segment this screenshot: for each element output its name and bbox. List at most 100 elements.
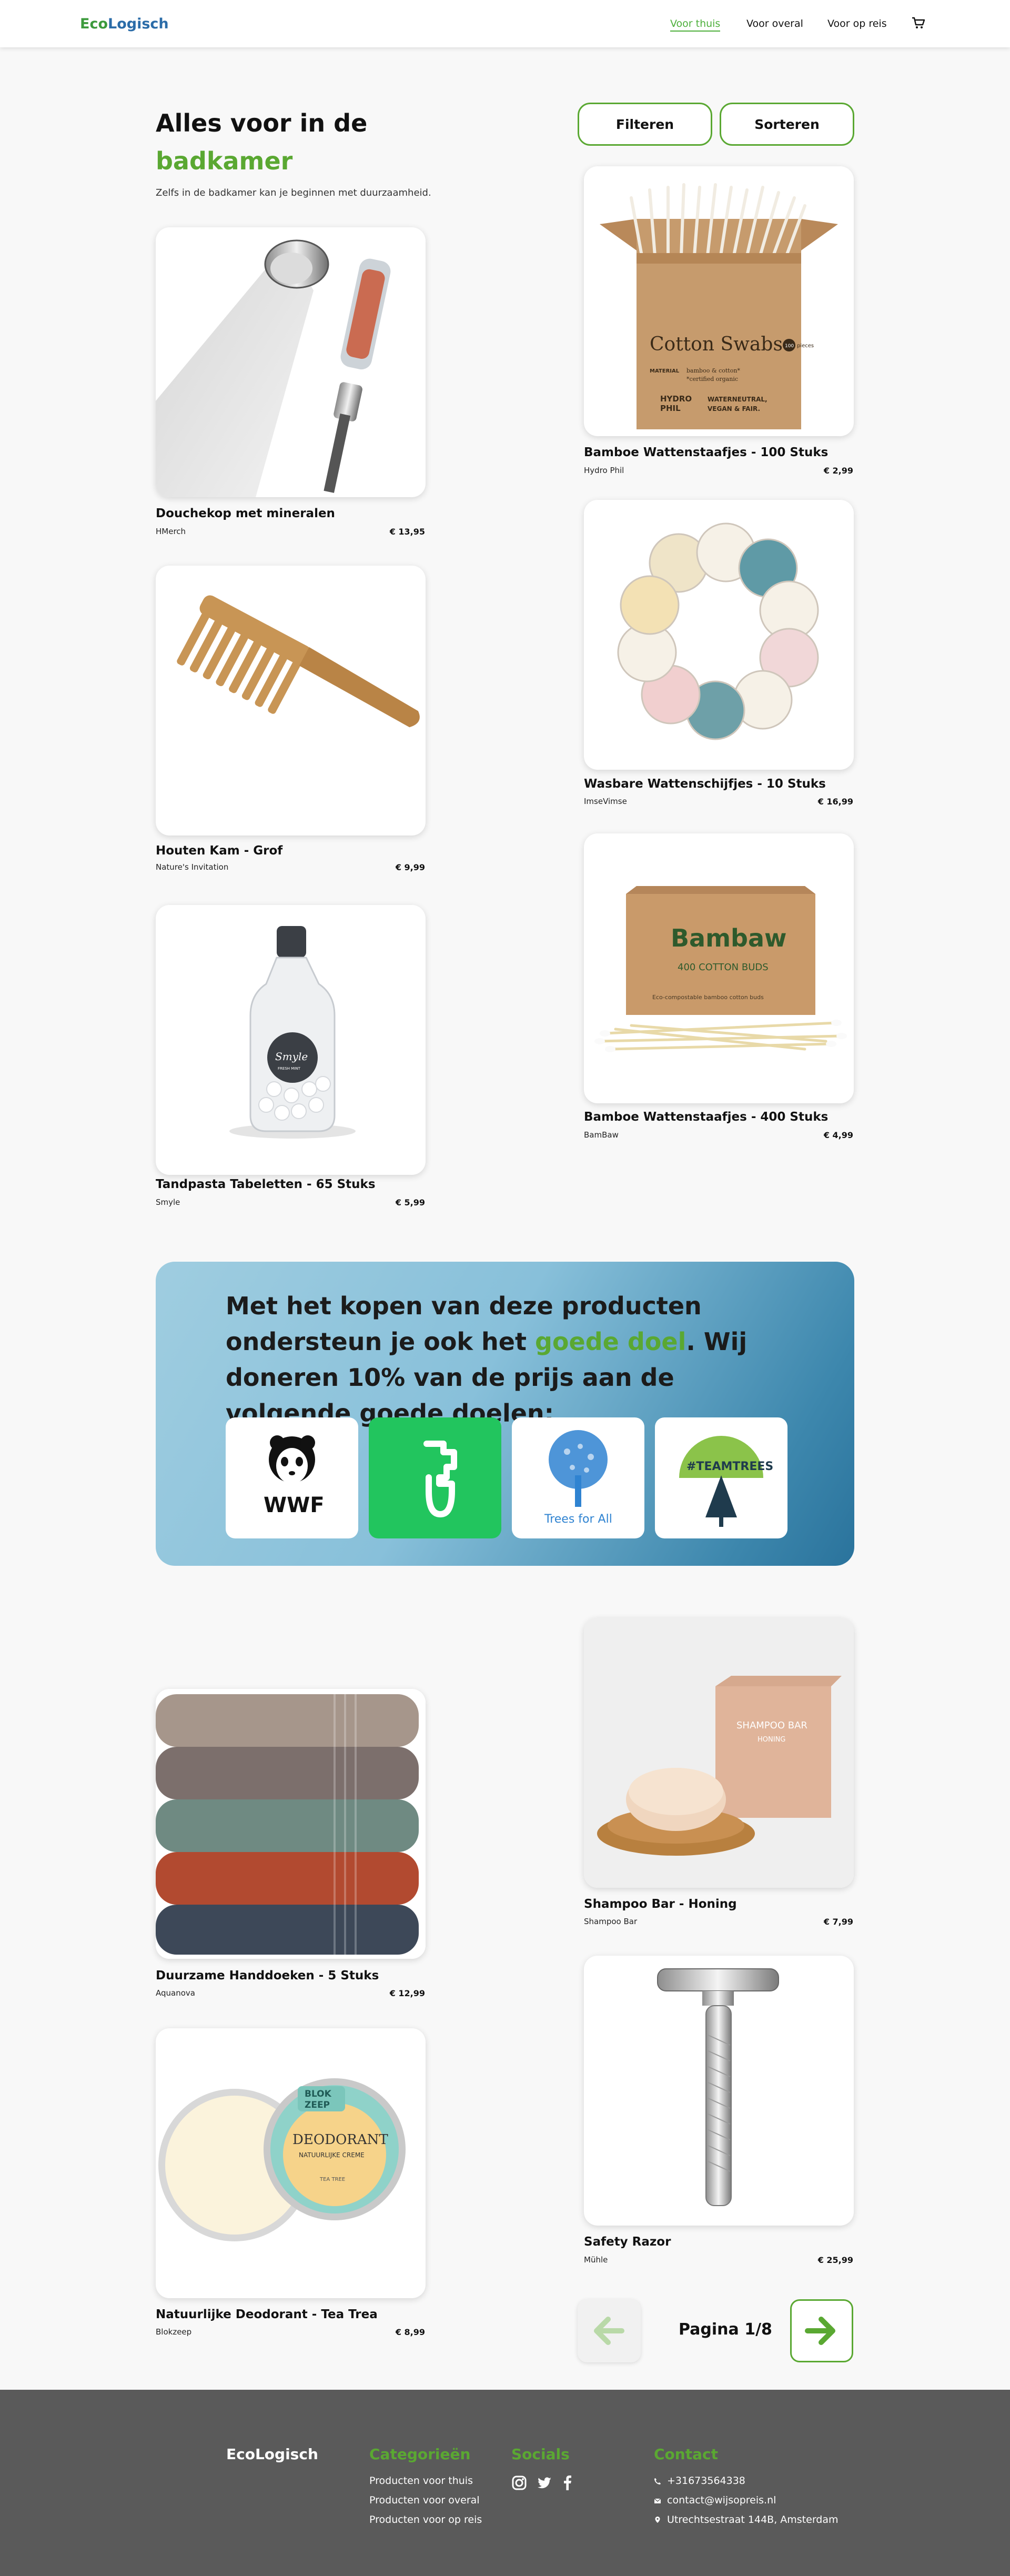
product-price: € 8,99 [395,2327,425,2337]
product-image-shower-head[interactable] [156,227,426,497]
product-price: € 7,99 [823,1917,853,1927]
product-price: € 2,99 [823,466,853,476]
green-logo[interactable] [369,1417,501,1538]
deodorant-sub: NATUURLIJKE CREME [299,2151,365,2159]
product-name[interactable]: Tandpasta Tabeletten - 65 Stuks [156,1178,376,1191]
footer-link-thuis[interactable]: Producten voor thuis [369,2475,473,2487]
arrow-left-icon [594,2317,624,2345]
smyle-sub: FRESH MINT [278,1066,301,1071]
product-image-shampoo-bar[interactable]: SHAMPOO BAR HONING [584,1618,854,1888]
product-name[interactable]: Houten Kam - Grof [156,844,282,858]
product-name[interactable]: Douchekop met mineralen [156,507,335,520]
twitter-icon[interactable] [537,2475,552,2491]
cotton-swabs-material-label: MATERIAL [650,368,680,374]
nav-voor-thuis[interactable]: Voor thuis [670,18,721,32]
team-trees-logo[interactable]: #TEAMTREES [655,1417,787,1538]
product-image-wooden-comb[interactable] [156,566,426,836]
logo-logisch: Logisch [108,16,169,32]
product-brand: HMerch [156,527,186,536]
product-image-deodorant-tin[interactable]: BLOK ZEEP DEODORANT NATUURLIJKE CREME TE… [156,2028,426,2298]
product-name[interactable]: Shampoo Bar - Honing [584,1897,737,1911]
facebook-icon[interactable] [560,2475,575,2491]
product-name[interactable]: Wasbare Wattenschijfjes - 10 Stuks [584,777,826,791]
product-price: € 16,99 [817,797,853,807]
nav-voor-op-reis[interactable]: Voor op reis [827,18,887,29]
site-logo[interactable]: EcoLogisch [80,16,169,32]
nav-voor-overal[interactable]: Voor overal [746,18,803,29]
bambaw-logo: Bambaw [671,924,787,952]
logo-eco: Eco [80,16,108,32]
email-icon [654,2498,661,2503]
instagram-icon[interactable] [511,2475,527,2491]
next-page-button[interactable] [790,2299,853,2362]
page-title-highlight: badkamer [156,147,293,175]
bambaw-tagline: Eco-compostable bamboo cotton buds [652,994,764,1001]
sort-button[interactable]: Sorteren [720,103,854,146]
banner-text-highlight: goede doel [534,1327,686,1356]
top-navigation: EcoLogisch Voor thuis Voor overal Voor o… [0,0,1010,47]
product-name[interactable]: Natuurlijke Deodorant - Tea Trea [156,2308,378,2321]
product-image-safety-razor[interactable] [584,1956,854,2226]
product-price: € 9,99 [395,862,425,872]
previous-page-button[interactable] [578,2299,641,2362]
trees-for-all-logo[interactable]: Trees for All [512,1417,644,1538]
product-brand: Blokzeep [156,2327,192,2337]
deodorant-variant: TEA TREE [319,2177,345,2182]
phone-icon [654,2478,661,2484]
product-brand: Nature's Invitation [156,862,229,872]
contact-phone[interactable]: +31673564338 [667,2475,745,2487]
contact-address[interactable]: Utrechtsestraat 144B, Amsterdam [667,2514,839,2525]
cotton-swabs-material-1: bamboo & cotton* [686,367,740,374]
shampoo-bar-label: SHAMPOO BAR [736,1720,807,1731]
contact-email[interactable]: contact@wijsopreis.nl [667,2494,776,2506]
page-title: Alles voor in de badkamer [156,104,367,180]
product-brand: Aquanova [156,1988,195,1998]
product-image-towels[interactable] [156,1689,426,1959]
product-brand: ImseVimse [584,797,627,806]
wwf-logo[interactable]: WWF [226,1417,358,1538]
page-title-line1: Alles voor in de [156,109,368,137]
team-trees-label: #TEAMTREES [686,1460,773,1473]
product-image-cotton-swabs-box[interactable]: Cotton Swabs 100 pieces MATERIAL bamboo … [584,166,854,436]
deodorant-brand-1: BLOK [305,2089,332,2099]
product-brand: BamBaw [584,1130,619,1140]
footer: EcoLogisch Categorieën Producten voor th… [0,2390,1010,2576]
cotton-swabs-count-unit: pieces [797,343,814,349]
product-image-cotton-pads[interactable] [584,500,854,770]
product-brand: Smyle [156,1198,180,1207]
product-image-bambaw-box[interactable]: Bambaw 400 COTTON BUDS Eco-compostable b… [584,833,854,1103]
footer-contact-title: Contact [654,2446,718,2463]
filter-button[interactable]: Filteren [578,103,712,146]
deodorant-name: DEODORANT [292,2132,388,2148]
product-price: € 25,99 [817,2255,853,2265]
cotton-swabs-material-2: *certified organic [686,376,738,383]
product-price: € 4,99 [823,1130,853,1140]
arrow-right-icon [805,2317,835,2345]
wwf-label: WWF [264,1493,325,1517]
smyle-logo: Smyle [275,1050,308,1063]
product-name[interactable]: Bamboe Wattenstaafjes - 400 Stuks [584,1110,828,1124]
deodorant-brand-2: ZEEP [305,2100,330,2110]
cotton-swabs-claim-1: WATERNEUTRAL, [708,396,767,403]
product-name[interactable]: Duurzame Handdoeken - 5 Stuks [156,1969,379,1983]
product-image-toothpaste-jar[interactable]: Smyle FRESH MINT [156,905,426,1175]
cotton-swabs-brand-1: HYDRO [660,394,692,404]
footer-brand[interactable]: EcoLogisch [226,2446,318,2463]
charity-banner: Met het kopen van deze producten onderst… [156,1262,854,1566]
trees-for-all-label: Trees for All [544,1513,612,1526]
cotton-swabs-title: Cotton Swabs [650,334,783,355]
product-brand: Mühle [584,2255,608,2265]
cart-icon[interactable] [912,17,925,29]
charity-banner-text: Met het kopen van deze producten onderst… [226,1288,804,1431]
footer-link-op-reis[interactable]: Producten voor op reis [369,2514,482,2525]
page-indicator: Pagina 1/8 [679,2320,772,2339]
page-subtitle: Zelfs in de badkamer kan je beginnen met… [156,187,431,198]
footer-link-overal[interactable]: Producten voor overal [369,2494,480,2506]
product-price: € 13,95 [389,527,425,537]
cotton-swabs-claim-2: VEGAN & FAIR. [708,405,760,412]
shampoo-bar-sub: HONING [758,1736,785,1744]
product-name[interactable]: Bamboe Wattenstaafjes - 100 Stuks [584,446,828,459]
product-name[interactable]: Safety Razor [584,2235,671,2249]
product-brand: Hydro Phil [584,466,624,475]
product-price: € 12,99 [389,1988,425,1998]
